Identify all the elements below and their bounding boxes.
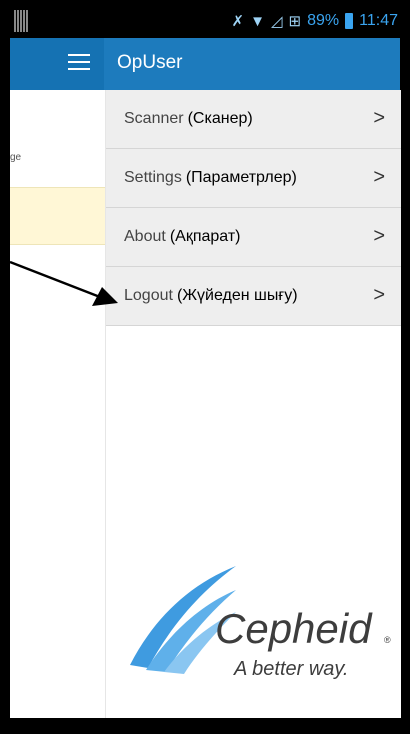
battery-icon	[345, 13, 354, 29]
drawer-item-translation: (Ақпарат)	[169, 228, 241, 245]
drawer-item-translation: (Сканер)	[187, 110, 253, 127]
drawer-item-label: Logout	[124, 287, 173, 304]
battery-percent: 89%	[307, 12, 340, 29]
mute-icon: ✗	[231, 13, 245, 30]
drawer-item-label: Scanner	[124, 110, 184, 127]
navigation-drawer: Scanner (Сканер) > Settings (Параметрлер…	[105, 90, 401, 718]
signal-icon: ◿	[270, 13, 283, 30]
drawer-item-about[interactable]: About (Ақпарат) >	[106, 208, 401, 267]
drawer-item-scanner[interactable]: Scanner (Сканер) >	[106, 90, 401, 149]
status-bar: ✗ ▼ ◿ ⊞ 89% 11:47	[10, 4, 400, 38]
app-title: OpUser	[117, 52, 183, 73]
device-frame-bottom	[0, 718, 410, 734]
chevron-right-icon: >	[373, 107, 385, 129]
cepheid-logo: Cepheid ® A better way.	[118, 560, 398, 690]
registered-mark: ®	[384, 635, 391, 645]
app-bar: OpUser	[10, 38, 400, 90]
wifi-icon: ▼	[250, 12, 265, 30]
drawer-item-translation: (Жүйеден шығу)	[176, 287, 298, 304]
drawer-item-translation: (Параметрлер)	[185, 169, 297, 186]
device-frame-right	[400, 0, 410, 734]
background-text-snippet: ge	[10, 152, 22, 163]
drawer-item-logout[interactable]: Logout (Жүйеден шығу) >	[106, 267, 401, 326]
chevron-right-icon: >	[373, 284, 385, 306]
drawer-item-label: Settings	[124, 169, 182, 186]
background-screen: ge	[10, 90, 105, 718]
chevron-right-icon: >	[373, 225, 385, 247]
barcode-notification-icon	[14, 10, 28, 32]
logo-tagline: A better way.	[234, 658, 349, 680]
drawer-item-settings[interactable]: Settings (Параметрлер) >	[106, 149, 401, 208]
status-time: 11:47	[359, 12, 398, 29]
drawer-item-label: About	[124, 228, 166, 245]
device-frame-left	[0, 0, 10, 734]
background-banner	[10, 187, 105, 245]
drawer-menu-list: Scanner (Сканер) > Settings (Параметрлер…	[106, 90, 401, 326]
network-icon: ⊞	[288, 13, 302, 30]
chevron-right-icon: >	[373, 166, 385, 188]
hamburger-menu-icon[interactable]	[68, 54, 90, 72]
logo-wordmark: Cepheid	[215, 605, 372, 652]
